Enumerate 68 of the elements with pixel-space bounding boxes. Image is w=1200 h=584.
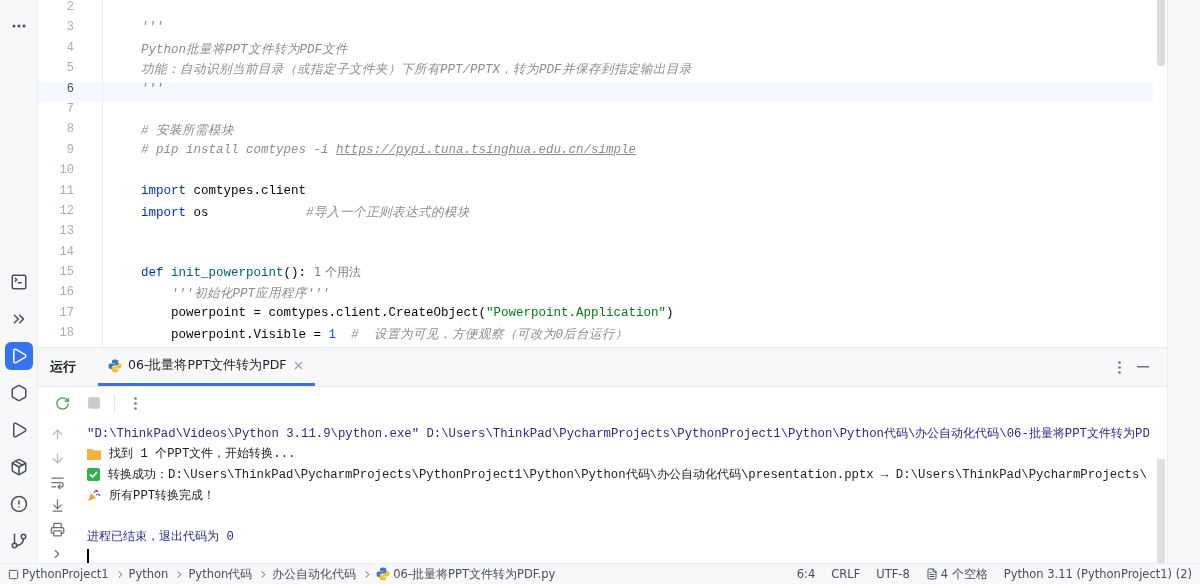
code-line: powerpoint.Visible = 1 # 设置为可见，方便观察（可改为0后台运行） [170,326,629,344]
code-line: import comtypes.client [141,183,307,198]
git-branch-icon [9,532,28,550]
more-icon [11,24,26,28]
minimize-icon [1137,366,1149,368]
line-number: 17 [58,305,75,322]
console-line: "D:\ThinkPad\Videos\Python 3.11.9\python.exe" D:\Users\ThinkPad\PycharmProjects\PythonProject1\Python\Python代码\办公自动化代码\06-批量将PPT文件转为PD [87,425,1150,442]
code-line: Python批量将PPT文件转为PDF文件 [141,41,348,58]
console-line: 找到 1 个PPT文件，开始转换... [109,446,296,463]
line-number: 5 [65,61,75,78]
module-icon [8,568,19,580]
line-number: 7 [65,101,75,118]
code-line: # 安装所需模块 [141,122,234,140]
scrollbar-thumb[interactable] [1157,0,1165,66]
link[interactable]: https://pypi.tuna.tsinghua.edu.cn/simple [336,142,637,157]
code-line: ''' [141,20,164,35]
status-item[interactable]: UTF-8 [876,567,910,581]
package-icon [9,458,28,476]
line-number: 11 [58,183,75,200]
breadcrumb[interactable]: Python代码 [188,566,253,582]
line-number: 13 [58,224,75,241]
line-number: 12 [58,203,75,220]
code-line: import os #导入一个正则表达式的模块 [141,204,470,221]
line-number: 15 [58,265,75,282]
code-line: powerpoint = comtypes.client.CreateObject("Powerpoint.Application") [170,305,674,320]
status-item[interactable]: 4 个空格 [940,566,988,582]
arrow-down-icon [49,450,65,466]
line-number: 2 [65,0,75,16]
breadcrumb[interactable]: 办公自动化代码 [272,566,357,582]
breadcrumb[interactable]: 06-批量将PPT文件转为PDF.py [393,566,556,582]
code-line: # pip install comtypes -i https://pypi.tuna.tsinghua.edu.cn/simple [141,142,637,157]
terminal-icon [9,273,28,291]
line-number: 8 [65,122,75,139]
printer-icon [49,522,65,538]
folder-icon [87,448,101,460]
line-number: 3 [65,20,75,37]
alert-icon [9,495,28,513]
run-tab[interactable]: 06-批量将PPT文件转为PDF [98,348,316,386]
status-item[interactable]: Python 3.11 (PythonProject1) (2) [1003,567,1192,581]
tool-window-button[interactable] [4,342,33,370]
code-line: '''初始化PPT应用程序''' [170,285,330,303]
line-number: 14 [58,244,75,261]
breadcrumb[interactable]: Python [128,567,169,581]
console-line: 所有PPT转换完成！ [109,487,216,504]
line-number: 18 [58,326,75,343]
line-number: 9 [65,142,75,159]
more-icon [133,396,137,410]
wrap-icon [49,474,65,490]
python-logo-icon [108,358,122,373]
code-line: 功能：自动识别当前目录（或指定子文件夹）下所有PPT/PPTX，转为PDF并保存到指定输出目录 [141,61,692,79]
python-logo-icon [376,567,391,581]
line-number: 10 [58,163,75,180]
status-item[interactable]: 6:4 [796,567,816,581]
code-line: ''' [141,81,164,96]
more-icon [1117,360,1121,374]
console-line: 进程已结束，退出代码为 0 [87,529,234,546]
code-line: def init_powerpoint(): 1 个用法 [141,265,362,281]
breadcrumb[interactable]: PythonProject1 [22,567,109,581]
line-number: 16 [58,285,75,302]
checkbox-icon [87,468,100,482]
panel-title: 运行 [50,358,76,376]
console-line: 转换成功：D:\Users\ThinkPad\PycharmProjects\PythonProject1\Python\Python代码\办公自动化代码\presentation.pptx → D:\Users\ThinkPad\PycharmProjects\ [108,467,1147,484]
party-popper-icon [87,488,101,502]
status-item[interactable]: CRLF [831,567,861,581]
line-number: 4 [65,40,75,57]
document-icon [925,568,938,580]
line-number: 6 [38,81,102,102]
scrollbar-track[interactable] [1157,459,1165,563]
